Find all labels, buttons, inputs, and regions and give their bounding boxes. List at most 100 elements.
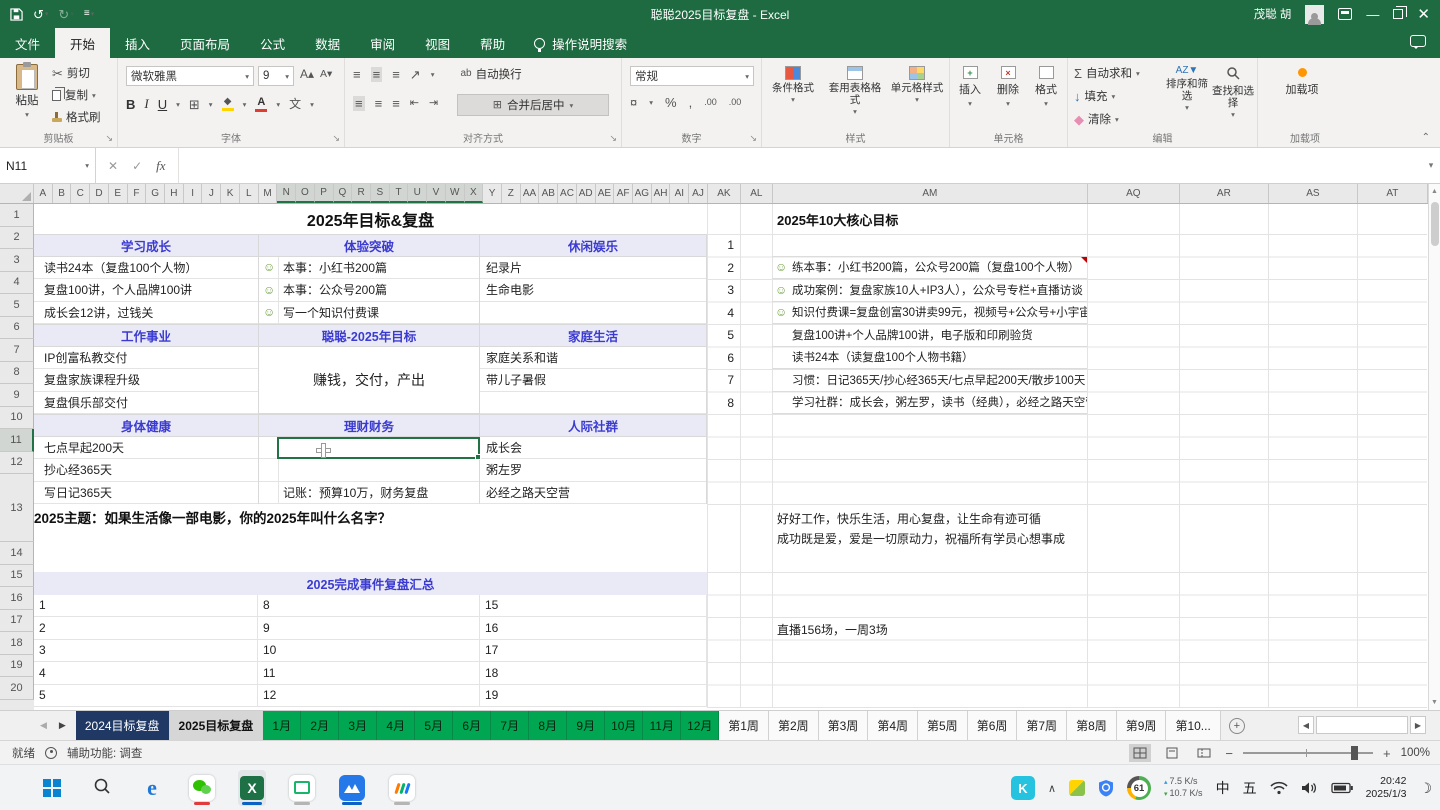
cancel-icon[interactable]: ✕ bbox=[108, 159, 118, 173]
zoom-out-button[interactable]: − bbox=[1225, 746, 1233, 761]
summary-number-cell[interactable]: 19 bbox=[480, 685, 707, 707]
column-header[interactable]: AS bbox=[1269, 184, 1358, 203]
core-goal-number-cell[interactable]: 2 bbox=[707, 257, 740, 280]
row-header[interactable]: 20 bbox=[0, 677, 34, 700]
scroll-down-icon[interactable]: ▼ bbox=[1429, 699, 1440, 706]
column-header[interactable]: S bbox=[371, 184, 390, 203]
column-header[interactable]: L bbox=[240, 184, 259, 203]
align-bottom-icon[interactable]: ≡ bbox=[392, 68, 400, 81]
collapse-ribbon-icon[interactable]: ⌃ bbox=[1422, 132, 1430, 143]
column-header[interactable]: J bbox=[202, 184, 221, 203]
italic-button[interactable]: I bbox=[144, 96, 148, 112]
fill-color-button[interactable]: ◆ bbox=[222, 97, 234, 111]
core-goal-cell[interactable]: ☺ bbox=[772, 234, 1087, 257]
category-header[interactable]: 休闲娱乐 bbox=[480, 234, 706, 257]
sheet-tab[interactable]: 1月 bbox=[263, 711, 301, 740]
zoom-level[interactable]: 100% bbox=[1401, 747, 1430, 759]
ribbon-tab[interactable]: 公式 bbox=[245, 28, 300, 58]
column-header[interactable]: F bbox=[128, 184, 147, 203]
network-speed-indicator[interactable]: ▴7.5 K/s ▾10.7 K/s bbox=[1164, 776, 1203, 800]
column-header[interactable]: R bbox=[352, 184, 371, 203]
clock[interactable]: 20:42 2025/1/3 bbox=[1366, 775, 1407, 801]
horizontal-scrollbar[interactable]: ◀ ▶ bbox=[1298, 715, 1426, 735]
sheet-tab[interactable]: 4月 bbox=[377, 711, 415, 740]
formula-input[interactable] bbox=[179, 148, 1422, 183]
summary-number-cell[interactable]: 3 bbox=[34, 640, 258, 662]
sheet-tab[interactable]: 第5周 bbox=[918, 711, 968, 740]
conditional-formatting-button[interactable]: 条件格式▾ bbox=[764, 66, 822, 105]
volume-icon[interactable] bbox=[1301, 781, 1318, 795]
category-header[interactable]: 家庭生活 bbox=[480, 324, 706, 347]
wrap-text-button[interactable]: ab自动换行 bbox=[460, 66, 521, 82]
column-header[interactable]: AD bbox=[577, 184, 596, 203]
sheet-tab[interactable]: 2月 bbox=[301, 711, 339, 740]
sheet-tab[interactable]: 第3周 bbox=[819, 711, 869, 740]
grow-font-button[interactable]: A▴ bbox=[300, 68, 314, 80]
avatar[interactable] bbox=[1305, 5, 1324, 24]
restore-button[interactable] bbox=[1393, 9, 1403, 19]
find-select-button[interactable]: 查找和选择▾ bbox=[1210, 66, 1256, 120]
summary-number-cell[interactable]: 2 bbox=[34, 617, 258, 639]
sheet-cell[interactable]: ☺成长会 bbox=[480, 437, 706, 460]
row-header[interactable]: 7 bbox=[0, 339, 34, 362]
scroll-left-icon[interactable]: ◀ bbox=[1298, 716, 1314, 734]
new-sheet-button[interactable]: + bbox=[1229, 711, 1245, 740]
category-header[interactable]: 体验突破 bbox=[259, 234, 479, 257]
core-goal-number-cell[interactable]: 8 bbox=[707, 392, 740, 415]
sheet-cell[interactable]: ☺复盘俱乐部交付 bbox=[34, 392, 258, 415]
edge-button[interactable]: e bbox=[138, 770, 166, 806]
sheet-nav-right-icon[interactable]: ▶ bbox=[59, 720, 66, 731]
row-header[interactable]: 3 bbox=[0, 249, 34, 272]
account-name[interactable]: 茂聪 胡 bbox=[1254, 6, 1292, 22]
paste-button[interactable]: 粘贴 ▾ bbox=[4, 64, 50, 128]
screenshot-tool-button[interactable] bbox=[288, 770, 316, 806]
align-middle-icon[interactable]: ≡ bbox=[371, 67, 383, 82]
sheet-tab[interactable]: 11月 bbox=[643, 711, 681, 740]
column-header[interactable]: X bbox=[465, 184, 484, 203]
row-header[interactable]: 10 bbox=[0, 407, 34, 430]
summary-number-cell[interactable]: 9 bbox=[258, 617, 480, 639]
summary-number-cell[interactable]: 17 bbox=[480, 640, 707, 662]
ribbon-tab[interactable]: 视图 bbox=[410, 28, 465, 58]
ribbon-tab[interactable]: 帮助 bbox=[465, 28, 520, 58]
sheet-cell[interactable]: ☺成长会12讲，过钱关 bbox=[34, 302, 258, 325]
cut-button[interactable]: ✂剪切 bbox=[52, 65, 101, 81]
fill-button[interactable]: ↓填充▾ bbox=[1074, 88, 1140, 104]
page-break-view-button[interactable] bbox=[1193, 744, 1215, 762]
column-header[interactable]: AL bbox=[741, 184, 773, 203]
sheet-cell[interactable]: ☺七点早起200天 bbox=[34, 437, 258, 460]
core-goal-number-cell[interactable]: 4 bbox=[707, 302, 740, 325]
accounting-format-button[interactable]: ¤ bbox=[630, 96, 637, 109]
row-header[interactable]: 15 bbox=[0, 565, 34, 588]
tray-yellow-app-icon[interactable] bbox=[1069, 780, 1085, 796]
battery-icon[interactable] bbox=[1331, 782, 1353, 794]
summary-number-cell[interactable]: 16 bbox=[480, 617, 707, 639]
sheet-tab[interactable]: 5月 bbox=[415, 711, 453, 740]
insert-function-icon[interactable]: fx bbox=[156, 158, 165, 174]
summary-number-cell[interactable]: 15 bbox=[480, 595, 707, 617]
sheet-cell[interactable]: ☺复盘100讲，个人品牌100讲 bbox=[34, 279, 258, 302]
ime-scheme-indicator[interactable]: 五 bbox=[1243, 778, 1257, 798]
core-goal-number-cell[interactable]: 6 bbox=[707, 347, 740, 370]
sheet-cell[interactable]: ☺ bbox=[480, 392, 706, 415]
format-as-table-button[interactable]: 套用表格格式▾ bbox=[826, 66, 884, 117]
row-header[interactable]: 16 bbox=[0, 587, 34, 610]
scroll-up-icon[interactable]: ▲ bbox=[1429, 188, 1440, 195]
tray-app-icon[interactable]: K bbox=[1011, 776, 1035, 800]
sheet-cell[interactable]: ☺必经之路天空营 bbox=[480, 482, 706, 505]
column-header[interactable]: E bbox=[109, 184, 128, 203]
borders-button[interactable]: ⊞ bbox=[189, 98, 200, 111]
enter-icon[interactable]: ✓ bbox=[132, 159, 142, 173]
copy-button[interactable]: 复制▾ bbox=[52, 87, 101, 103]
clear-button[interactable]: ◆清除▾ bbox=[1074, 111, 1140, 127]
column-header[interactable]: M bbox=[259, 184, 278, 203]
editor-app-button[interactable] bbox=[388, 770, 416, 806]
sheet-cell[interactable]: ☺写一个知识付费课 bbox=[259, 302, 479, 325]
note-cell[interactable]: 直播156场，一周3场 bbox=[777, 621, 888, 638]
ribbon-tab[interactable]: 审阅 bbox=[355, 28, 410, 58]
sheet-tab[interactable]: 9月 bbox=[567, 711, 605, 740]
column-header[interactable]: AA bbox=[521, 184, 540, 203]
sheet-canvas[interactable]: 2025年目标&复盘 学习成长 ☺读书24本（复盘100个人物）☺复盘100讲，… bbox=[34, 204, 1428, 710]
column-header[interactable]: AF bbox=[614, 184, 633, 203]
font-size-select[interactable]: 9▾ bbox=[258, 66, 294, 86]
